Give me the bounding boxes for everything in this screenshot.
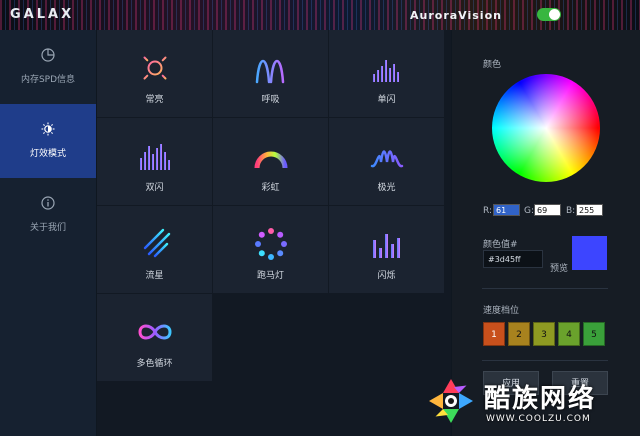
effect-label: 呼吸 [261, 95, 280, 105]
aurora-icon [370, 150, 404, 168]
sidebar-item-memory-spd[interactable]: 内存SPD信息 [0, 30, 96, 104]
b-input[interactable] [576, 204, 603, 216]
speed-label: 速度档位 [483, 306, 520, 316]
color-preview-swatch [572, 236, 607, 270]
watermark-text: 酷族网络 [484, 384, 597, 414]
rainbow-icon [254, 151, 288, 169]
effect-multicolor-cycle[interactable]: 多色循环 [97, 294, 212, 381]
effect-label: 双闪 [145, 183, 164, 193]
g-input[interactable] [534, 204, 561, 216]
effect-label: 闪烁 [377, 271, 396, 281]
effect-meteor[interactable]: 流星 [97, 206, 212, 293]
sidebar-item-label: 灯效模式 [29, 149, 66, 159]
r-input[interactable] [493, 204, 520, 216]
g-label: G: [524, 206, 535, 216]
pie-chart-icon [41, 48, 55, 62]
divider [482, 360, 608, 361]
effect-single-flash[interactable]: 单闪 [329, 30, 444, 117]
sidebar-item-label: 关于我们 [29, 223, 66, 233]
effect-label: 跑马灯 [256, 271, 284, 281]
preview-label: 预览 [550, 264, 569, 274]
infinity-loop-icon [138, 324, 172, 340]
effect-label: 常亮 [145, 95, 164, 105]
toggle-knob [549, 9, 560, 20]
power-toggle[interactable] [537, 8, 561, 21]
effect-flicker[interactable]: 闪烁 [329, 206, 444, 293]
double-flash-bars-icon [140, 144, 170, 170]
hex-label: 颜色值# [483, 240, 518, 250]
sidebar-item-about-us[interactable]: 关于我们 [0, 178, 96, 252]
divider [482, 288, 608, 289]
effect-label: 彩虹 [261, 183, 280, 193]
effect-label: 单闪 [377, 95, 396, 105]
effect-label: 流星 [145, 271, 164, 281]
effect-rainbow[interactable]: 彩虹 [213, 118, 328, 205]
speed-level-1[interactable]: 1 [483, 322, 505, 346]
single-flash-bars-icon [373, 60, 399, 82]
r-label: R: [483, 206, 493, 216]
b-label: B: [566, 206, 576, 216]
title-bar: GALAX AuroraVision [0, 0, 640, 30]
sun-icon [139, 52, 171, 84]
effect-label: 多色循环 [136, 359, 173, 369]
brand-logo: GALAX [10, 7, 75, 22]
color-wheel[interactable] [492, 74, 600, 182]
effect-breathing[interactable]: 呼吸 [213, 30, 328, 117]
meteor-icon [143, 228, 171, 258]
speed-level-5[interactable]: 5 [583, 322, 605, 346]
effect-aurora[interactable]: 极光 [329, 118, 444, 205]
sidebar-item-label: 内存SPD信息 [20, 75, 76, 85]
effect-label: 极光 [377, 183, 396, 193]
effect-double-flash[interactable]: 双闪 [97, 118, 212, 205]
info-icon [41, 196, 55, 210]
brightness-icon [41, 122, 55, 136]
flicker-bars-icon [373, 234, 400, 258]
effect-static[interactable]: 常亮 [97, 30, 212, 117]
watermark-logo-icon [429, 379, 473, 423]
effect-marquee[interactable]: 跑马灯 [213, 206, 328, 293]
color-label: 颜色 [483, 60, 502, 70]
speed-level-2[interactable]: 2 [508, 322, 530, 346]
marquee-dots-icon [255, 228, 287, 260]
hex-input[interactable] [483, 250, 543, 268]
speed-level-3[interactable]: 3 [533, 322, 555, 346]
effect-grid: 常亮 呼吸 单闪 双闪 彩虹 极光 流星 跑马灯 闪烁 多色循环 [97, 30, 451, 436]
sidebar: 内存SPD信息 灯效模式 关于我们 [0, 30, 96, 436]
watermark-url: WWW.COOLZU.COM [486, 414, 591, 424]
sidebar-item-light-effects[interactable]: 灯效模式 [0, 104, 96, 178]
speed-level-4[interactable]: 4 [558, 322, 580, 346]
breathing-wave-icon [255, 60, 285, 84]
app-title: AuroraVision [410, 9, 502, 22]
color-panel: 颜色 R: G: B: 颜色值# 预览 速度档位 1 2 3 4 5 应用 重置 [452, 30, 640, 436]
